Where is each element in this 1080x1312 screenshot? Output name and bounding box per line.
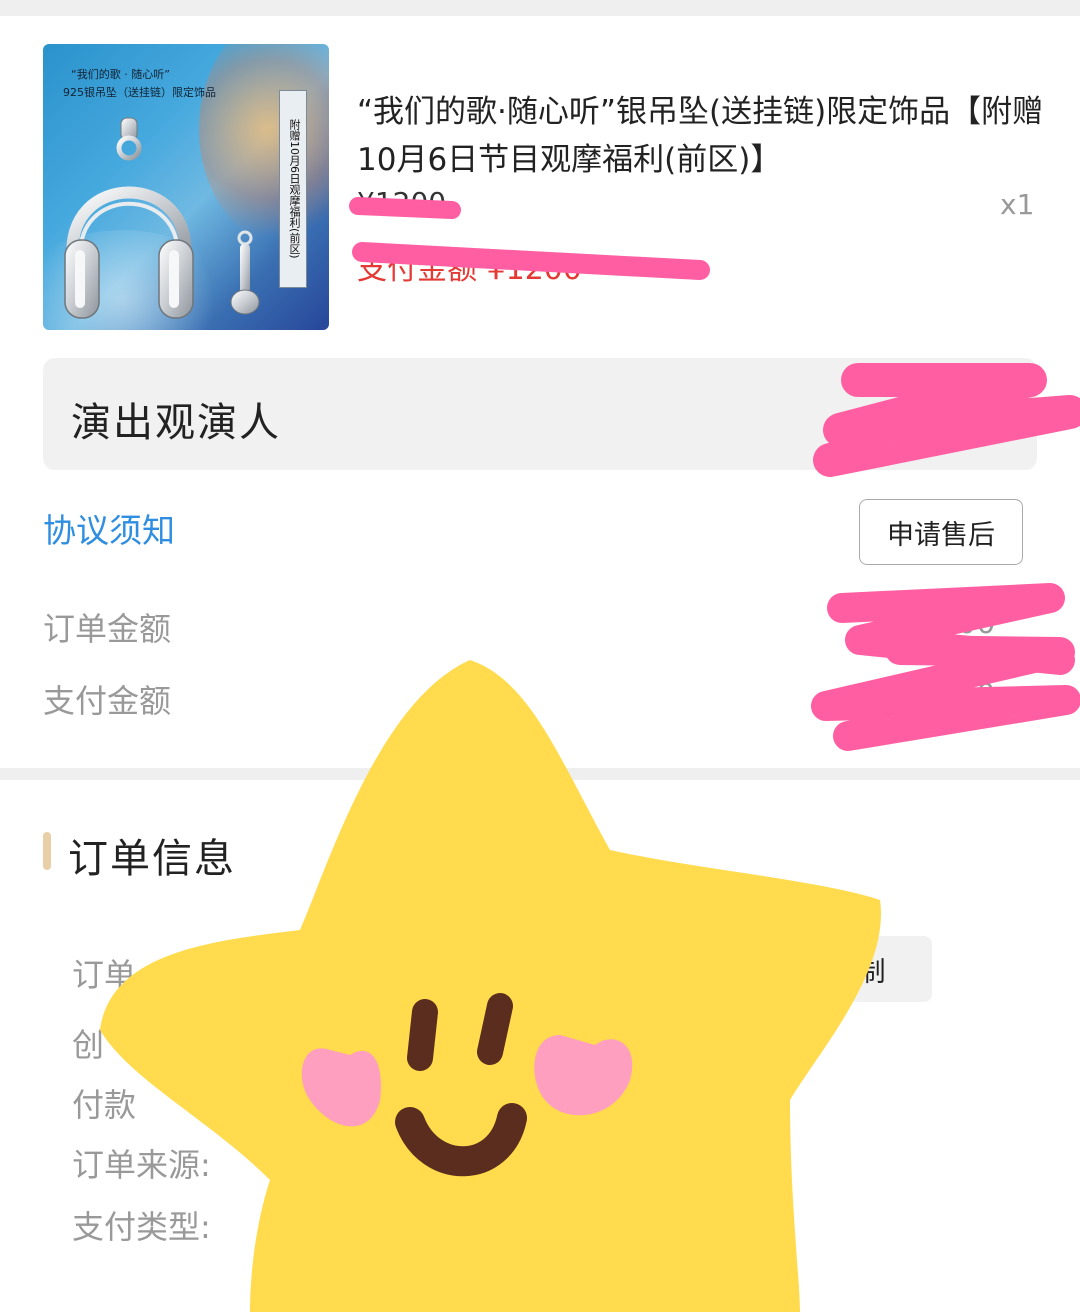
- thumbnail-title-line2: 925银吊坠（送挂链）限定饰品: [63, 86, 216, 99]
- star-face: [301, 993, 633, 1177]
- order-source-label: 订单来源:: [72, 1146, 211, 1184]
- product-thumbnail[interactable]: “我们的歌 · 随心听” 925银吊坠（送挂链）限定饰品 附赠10月6日观摩福利…: [43, 44, 329, 330]
- agreement-link[interactable]: 协议须知: [43, 504, 175, 552]
- payment-type-label: 支付类型:: [72, 1208, 211, 1246]
- product-price: ¥1200: [357, 186, 447, 219]
- payment-time-label: 付款: [72, 1086, 137, 1124]
- section-divider: [0, 768, 1080, 780]
- created-time-label: 创: [72, 1026, 105, 1064]
- star-right-eye: [477, 993, 513, 1065]
- order-amount-label: 订单金额: [43, 610, 172, 648]
- headphone-pendant-icon: [64, 117, 260, 319]
- order-amount-value: ¥1200: [900, 606, 996, 641]
- product-title[interactable]: “我们的歌·随心听”银吊坠(送挂链)限定饰品【附赠10月6日节目观摩福利(前区)…: [357, 88, 1047, 184]
- star-mouth: [395, 1103, 527, 1177]
- star-left-cheek: [301, 1048, 381, 1127]
- star-left-eye: [407, 999, 438, 1071]
- thumbnail-title-line1: “我们的歌 · 随心听”: [71, 68, 170, 81]
- aftersale-button[interactable]: 申请售后: [859, 499, 1023, 565]
- product-paid-amount: 支付金额 ¥1200: [357, 252, 582, 287]
- product-quantity: x1: [1000, 188, 1035, 221]
- top-divider: [0, 0, 1080, 16]
- paid-amount-value: ¥1200: [900, 678, 996, 713]
- audience-label: 演出观演人: [71, 400, 281, 446]
- section-accent-bar: [43, 832, 51, 870]
- copy-button[interactable]: 制: [812, 936, 932, 1002]
- star-right-cheek: [534, 1035, 633, 1116]
- audience-row[interactable]: 演出观演人: [43, 358, 1037, 470]
- paid-amount-label: 支付金额: [43, 682, 172, 720]
- order-info-heading: 订单信息: [68, 836, 236, 882]
- thumbnail-side-label: 附赠10月6日观摩福利(前区): [279, 90, 307, 288]
- order-number-label: 订单: [72, 956, 137, 994]
- star-shape: [100, 660, 881, 1312]
